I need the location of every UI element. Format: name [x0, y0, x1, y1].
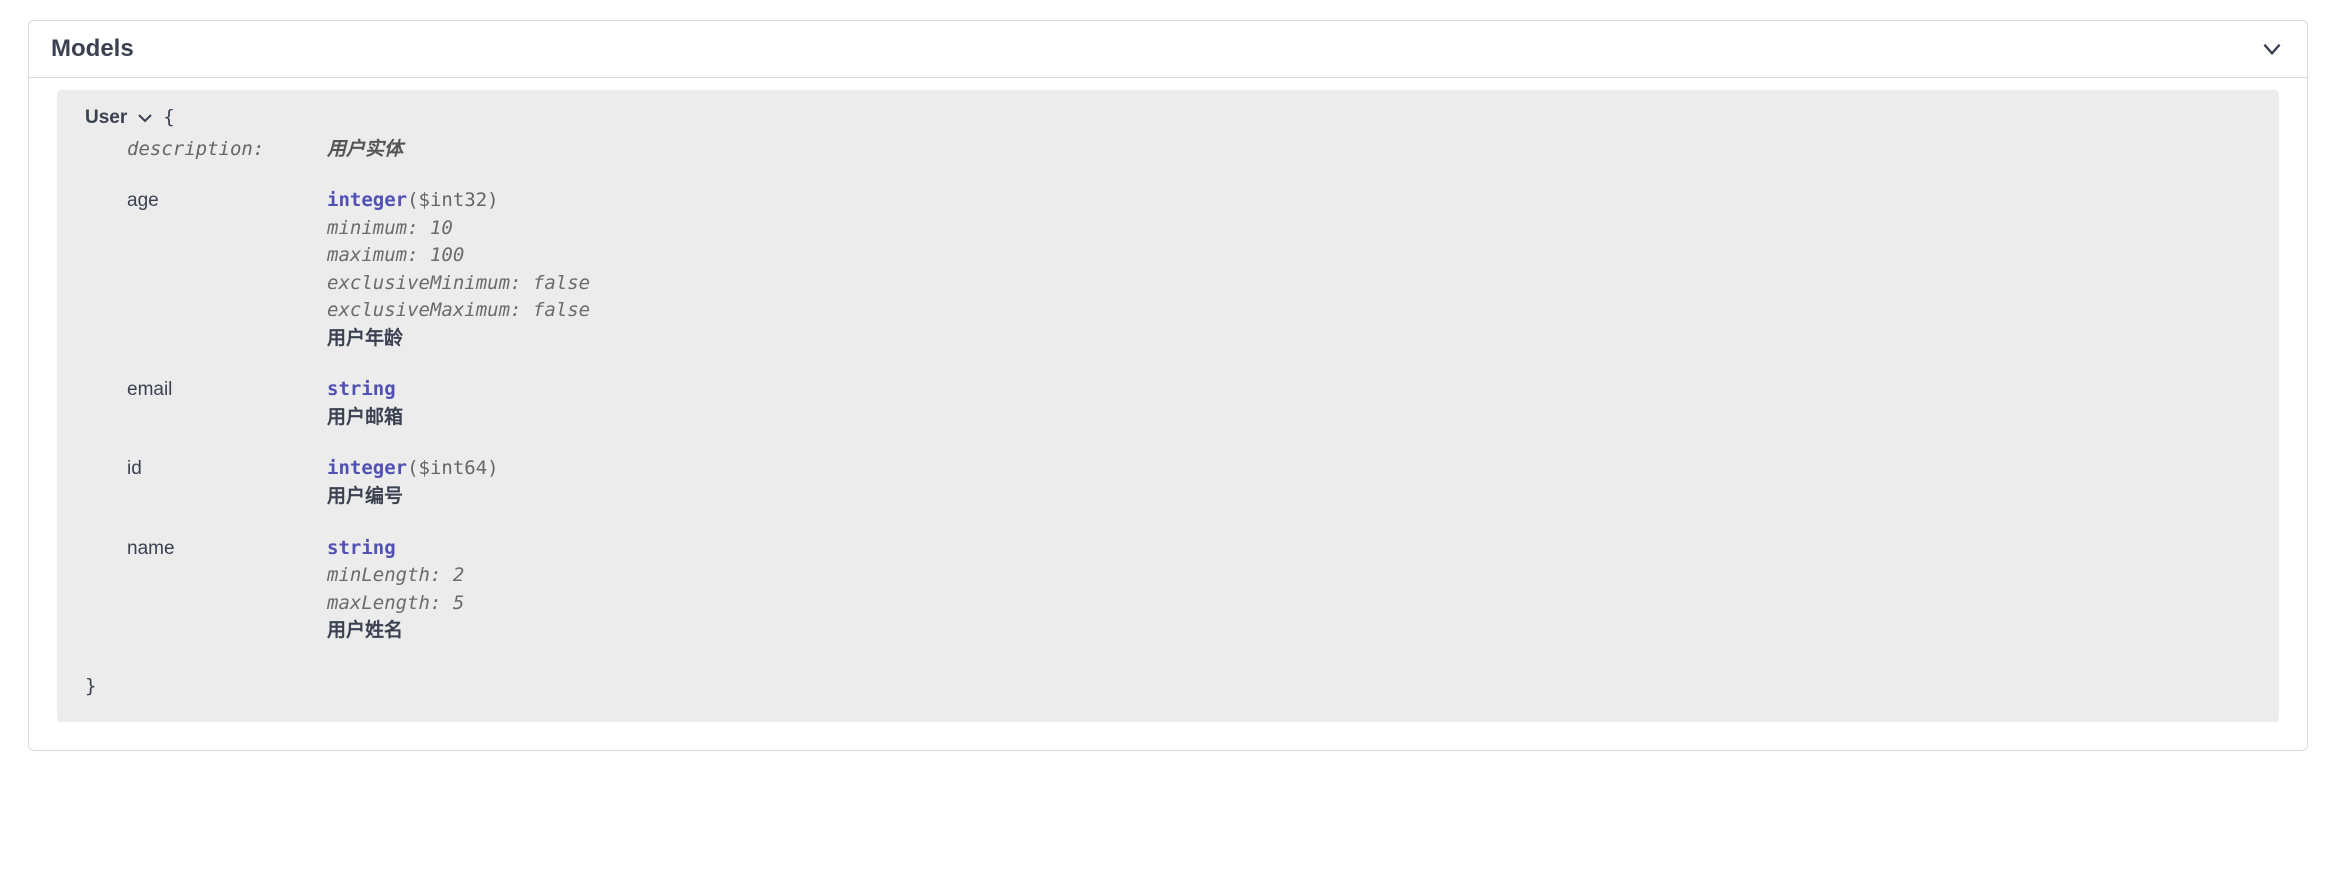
property-type: integer [327, 457, 407, 479]
property-detail: integer($int32) minimum: 10 maximum: 100… [327, 187, 590, 352]
constraint-maxlength: maxLength: 5 [327, 590, 464, 618]
property-name: id [127, 455, 327, 510]
property-email: email string 用户邮箱 [127, 376, 2251, 431]
constraint-minimum: minimum: 10 [327, 215, 590, 243]
property-detail: string minLength: 2 maxLength: 5 用户姓名 [327, 535, 464, 645]
property-description: 用户编号 [327, 483, 499, 511]
models-body: User { description: 用户实体 age integer($in… [29, 78, 2307, 750]
models-section: Models User { description: 用户实体 age [28, 20, 2308, 751]
property-name: name [127, 535, 327, 645]
chevron-down-icon [2259, 36, 2285, 62]
models-header[interactable]: Models [29, 21, 2307, 78]
model-description-row: description: 用户实体 [127, 136, 2251, 164]
description-label: description: [127, 136, 327, 164]
property-description: 用户邮箱 [327, 404, 403, 432]
model-name: User [85, 104, 127, 132]
property-format: ($int32) [407, 189, 499, 211]
property-detail: string 用户邮箱 [327, 376, 403, 431]
caret-down-icon[interactable] [137, 113, 153, 123]
models-title: Models [51, 35, 134, 63]
property-type: string [327, 376, 403, 404]
model-head: User { [85, 104, 2251, 132]
property-age: age integer($int32) minimum: 10 maximum:… [127, 187, 2251, 352]
description-value: 用户实体 [327, 136, 403, 164]
property-type: string [327, 535, 464, 563]
property-description: 用户姓名 [327, 617, 464, 645]
constraint-exclusive-maximum: exclusiveMaximum: false [327, 297, 590, 325]
open-brace: { [163, 104, 174, 132]
property-type-line: integer($int32) [327, 187, 590, 215]
property-detail: integer($int64) 用户编号 [327, 455, 499, 510]
property-name: age [127, 187, 327, 352]
property-description: 用户年龄 [327, 325, 590, 353]
model-box: User { description: 用户实体 age integer($in… [57, 90, 2279, 722]
property-format: ($int64) [407, 457, 499, 479]
property-type: integer [327, 189, 407, 211]
property-type-line: integer($int64) [327, 455, 499, 483]
constraint-minlength: minLength: 2 [327, 562, 464, 590]
property-name-prop: name string minLength: 2 maxLength: 5 用户… [127, 535, 2251, 645]
constraint-exclusive-minimum: exclusiveMinimum: false [327, 270, 590, 298]
constraint-maximum: maximum: 100 [327, 242, 590, 270]
property-name: email [127, 376, 327, 431]
property-id: id integer($int64) 用户编号 [127, 455, 2251, 510]
close-brace: } [85, 673, 2251, 701]
